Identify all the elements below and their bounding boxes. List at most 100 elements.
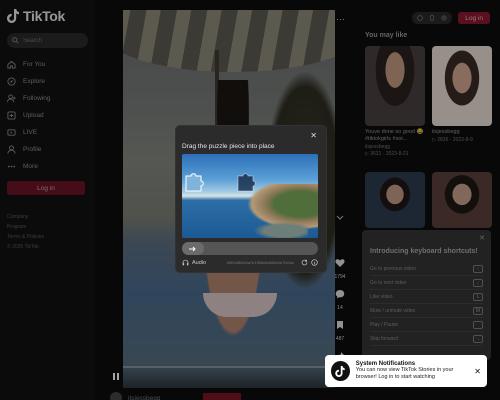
recommendation-stats: ▷ 3631 · 2023-8-21 (365, 151, 409, 157)
recommendations-heading: You may like (365, 32, 408, 39)
header-icon-group (412, 12, 453, 24)
recommendation-thumbnail[interactable] (432, 172, 492, 228)
recommendation-views: 2836 (437, 137, 449, 143)
bookmark-icon (337, 321, 343, 329)
keycap-down-icon: ↓ (473, 278, 483, 287)
puzzle-image (182, 154, 318, 238)
video-progress-bar[interactable] (123, 366, 335, 368)
tiktok-logo[interactable]: TikTok (7, 8, 88, 24)
sidebar-item-label: Profile (23, 146, 42, 153)
sidebar-item-profile[interactable]: Profile (7, 141, 88, 158)
like-button[interactable]: 1794 (332, 255, 348, 280)
sidebar-item-label: Upload (23, 112, 44, 119)
sidebar-login-button[interactable]: Log in (7, 181, 85, 195)
recommendation-card[interactable]: Youve done so good 😂 #tiktokgirls #soi..… (365, 46, 425, 157)
recommendation-author[interactable]: itsjessbegg (365, 144, 425, 150)
video-author-name[interactable]: itsjessbegg (128, 395, 161, 400)
shortcut-row: Play / Pause (370, 318, 483, 332)
follow-button[interactable] (202, 393, 241, 400)
keyboard-shortcuts-popup: ✕ Introducing keyboard shortcuts! Go to … (362, 230, 491, 360)
home-icon (7, 60, 16, 69)
shortcut-label: Mute / unmute video (370, 307, 416, 314)
search-input[interactable] (23, 37, 83, 44)
close-icon[interactable]: ✕ (479, 234, 485, 242)
keycap-right-icon: → (473, 334, 483, 343)
captcha-audio-link[interactable]: Audio (192, 260, 206, 266)
search-icon (12, 37, 19, 44)
footer-copyright: © 2025 TikTok (7, 244, 39, 250)
info-icon[interactable] (311, 259, 318, 266)
video-author-row[interactable]: itsjessbegg (110, 392, 241, 400)
header-actions: Log in (412, 12, 490, 24)
sidebar-item-label: More (23, 163, 38, 170)
pause-button[interactable] (113, 373, 119, 380)
like-count: 1794 (334, 274, 346, 280)
recommendation-thumbnail[interactable] (365, 172, 425, 228)
puzzle-piece[interactable] (184, 170, 206, 192)
system-notification[interactable]: System Notifications You can now view Ti… (325, 355, 487, 387)
sidebar-item-explore[interactable]: Explore (7, 73, 88, 90)
shortcut-label: Go to previous video (370, 265, 416, 272)
arrow-right-icon (189, 246, 196, 251)
footer-link-terms[interactable]: Terms & Policies (7, 232, 88, 242)
recommendation-thumbnail[interactable] (432, 46, 492, 126)
puzzle-slot (237, 173, 256, 192)
close-icon[interactable]: ✕ (310, 131, 317, 140)
coin-icon[interactable] (417, 15, 423, 21)
shortcut-row: Skip forward → (370, 332, 483, 346)
captcha-slider-handle[interactable] (182, 242, 204, 255)
recommendation-thumbnail[interactable] (365, 46, 425, 126)
device-icon[interactable] (429, 15, 435, 21)
footer-link-program[interactable]: Program (7, 222, 88, 232)
comment-icon (335, 290, 345, 299)
sidebar-item-label: Following (23, 95, 51, 102)
search-bar[interactable] (7, 33, 88, 48)
shortcuts-title: Introducing keyboard shortcuts! (370, 248, 478, 255)
shortcut-row: Go to previous video ↑ (370, 262, 483, 276)
bookmark-button[interactable]: 487 (332, 317, 348, 342)
heart-icon (335, 259, 345, 267)
app-name: TikTok (23, 8, 66, 24)
captcha-footer: Audio e5f2c8b9d4a7e1f30b6c8d2a9e7f1b4c (182, 259, 318, 266)
recommendation-card[interactable] (365, 172, 425, 228)
footer-link-company[interactable]: Company (7, 212, 88, 222)
person-icon (7, 94, 16, 103)
video-umbrella (123, 10, 335, 72)
close-icon[interactable]: ✕ (474, 367, 481, 376)
recommendation-title[interactable]: Youve done so good 😂 #tiktokgirls #soi..… (365, 129, 425, 143)
puzzle-rocks (248, 220, 308, 238)
shortcut-row: Like video L (370, 290, 483, 304)
recommendation-title[interactable]: itsjessbegg (432, 129, 492, 136)
avatar[interactable] (110, 392, 122, 400)
comment-count: 14 (337, 305, 343, 311)
keycap-m-icon: M (473, 306, 483, 315)
header-login-button[interactable]: Log in (458, 12, 490, 24)
sidebar: TikTok For You Explore Following Upload … (0, 0, 95, 400)
shortcut-label: Go to next video (370, 279, 407, 286)
headphones-icon[interactable] (182, 259, 189, 266)
sidebar-item-label: For You (23, 61, 46, 68)
sidebar-item-label: Explore (23, 78, 46, 85)
shortcut-row: Go to next video ↓ (370, 276, 483, 290)
compass-icon (7, 77, 16, 86)
refresh-icon[interactable] (301, 259, 308, 266)
sidebar-item-upload[interactable]: Upload (7, 107, 88, 124)
chevron-down-icon[interactable] (336, 215, 344, 221)
recommendation-card[interactable] (432, 172, 492, 228)
sidebar-item-for-you[interactable]: For You (7, 56, 88, 73)
comment-button[interactable]: 14 (332, 286, 348, 311)
video-more-options-icon[interactable]: ⋯ (336, 14, 345, 25)
profile-icon (7, 145, 16, 154)
recommendation-date: 2023-8-9 (452, 137, 473, 143)
sidebar-item-more[interactable]: More (7, 158, 88, 175)
ellipsis-icon (7, 165, 16, 168)
sidebar-footer: Company Program Terms & Policies © 2025 … (7, 212, 88, 252)
gear-icon[interactable] (441, 15, 447, 21)
recommendation-card[interactable]: itsjessbegg ▷ 2836 · 2023-8-9 (432, 46, 492, 143)
keycap-space-icon (473, 320, 483, 329)
recommendation-stats: ▷ 2836 · 2023-8-9 (432, 137, 473, 143)
sidebar-item-live[interactable]: LIVE (7, 124, 88, 141)
sidebar-item-following[interactable]: Following (7, 90, 88, 107)
captcha-title: Drag the puzzle piece into place (182, 143, 275, 150)
tiktok-note-icon (7, 9, 19, 23)
